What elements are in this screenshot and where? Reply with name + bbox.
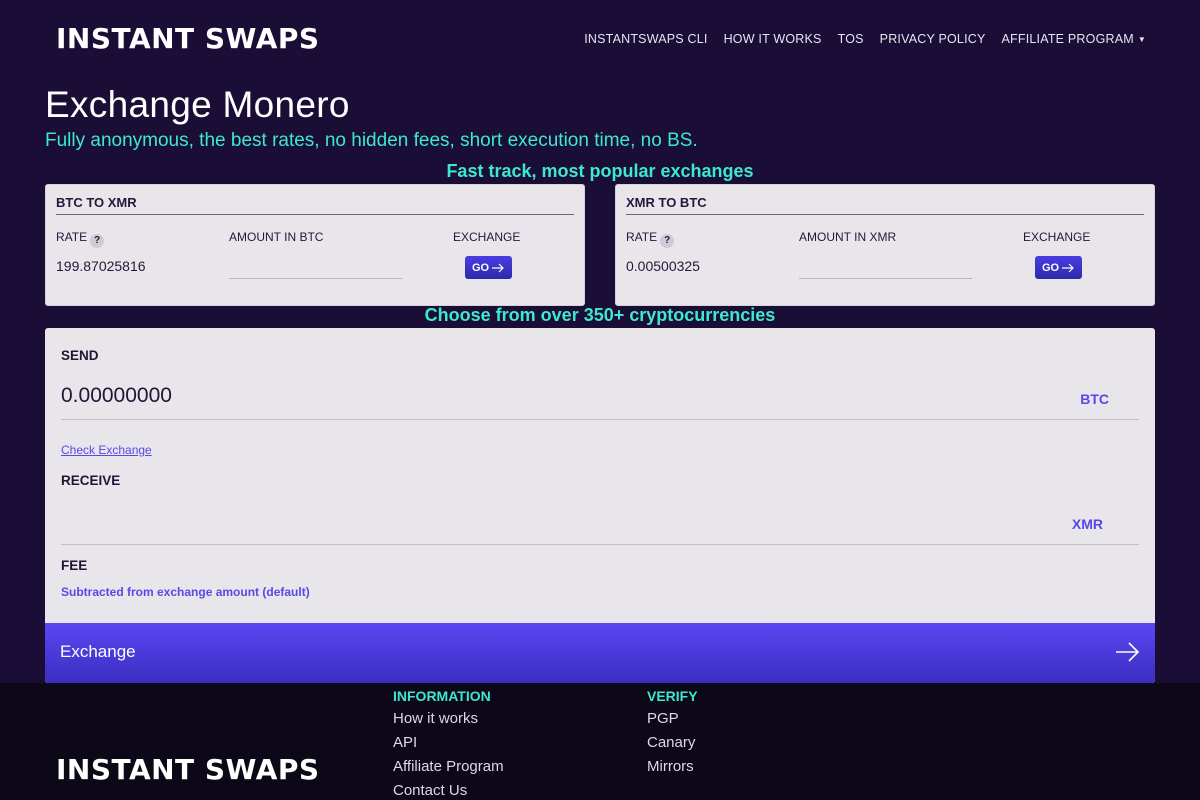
send-currency-select[interactable]: BTC [1080, 391, 1109, 407]
check-exchange-link[interactable]: Check Exchange [61, 443, 152, 457]
go-button-label: GO [471, 261, 490, 274]
rate-label: RATE? [626, 230, 675, 248]
nav-link-cli[interactable]: INSTANTSWAPS CLI [584, 32, 707, 46]
go-button-btc-to-xmr[interactable]: GO [465, 256, 512, 279]
quick-card-title: XMR TO BTC [626, 195, 1144, 215]
amount-input-xmr[interactable] [799, 257, 972, 279]
rate-value: 0.00500325 [626, 258, 700, 274]
receive-label: RECEIVE [61, 473, 121, 488]
fee-option[interactable]: Subtracted from exchange amount (default… [61, 585, 310, 599]
footer-verify-title: VERIFY [647, 688, 698, 704]
footer-link-contact-us[interactable]: Contact Us [393, 782, 504, 800]
nav-link-privacy-policy[interactable]: PRIVACY POLICY [880, 32, 986, 46]
arrow-right-icon [1116, 642, 1140, 662]
choose-heading: Choose from over 350+ cryptocurrencies [424, 305, 776, 325]
footer-link-how-it-works[interactable]: How it works [393, 710, 504, 734]
brand-logo[interactable]: INSTANT SWAPS [56, 22, 320, 55]
fee-label: FEE [61, 558, 88, 573]
rate-label-text: RATE [56, 230, 88, 244]
amount-label: AMOUNT IN XMR [799, 230, 897, 244]
send-amount-input[interactable]: 0.00000000 [61, 384, 172, 408]
footer-link-api[interactable]: API [393, 734, 504, 758]
send-amount-row: 0.00000000 BTC [61, 376, 1139, 420]
amount-label: AMOUNT IN BTC [229, 230, 324, 244]
footer-information-title: INFORMATION [393, 688, 491, 704]
exchange-label: EXCHANGE [453, 230, 521, 244]
exchange-form-card: SEND 0.00000000 BTC Check Exchange RECEI… [45, 328, 1155, 683]
footer-link-pgp[interactable]: PGP [647, 710, 698, 734]
top-navbar: INSTANT SWAPS INSTANTSWAPS CLI HOW IT WO… [0, 0, 1200, 80]
footer-information-column: INFORMATION How it works API Affiliate P… [393, 688, 504, 800]
page-subtitle: Fully anonymous, the best rates, no hidd… [45, 130, 698, 151]
nav-dropdown-affiliate[interactable]: AFFILIATE PROGRAM ▼ [1002, 32, 1146, 46]
nav-link-how-it-works[interactable]: HOW IT WORKS [724, 32, 822, 46]
rate-label: RATE? [56, 230, 105, 248]
footer: INSTANT SWAPS INFORMATION How it works A… [0, 683, 1200, 800]
amount-input-btc[interactable] [229, 257, 402, 279]
footer-link-mirrors[interactable]: Mirrors [647, 758, 698, 782]
quick-card-xmr-to-btc: XMR TO BTC RATE? AMOUNT IN XMR EXCHANGE … [615, 184, 1155, 306]
footer-link-canary[interactable]: Canary [647, 734, 698, 758]
receive-currency-select[interactable]: XMR [1072, 516, 1103, 532]
footer-brand-logo[interactable]: INSTANT SWAPS [56, 753, 320, 786]
send-label: SEND [61, 348, 99, 363]
exchange-label: EXCHANGE [1023, 230, 1091, 244]
page-title: Exchange Monero [45, 84, 350, 125]
help-icon[interactable]: ? [660, 234, 675, 248]
nav-links: INSTANTSWAPS CLI HOW IT WORKS TOS PRIVAC… [584, 32, 1146, 46]
exchange-button-label: Exchange [60, 642, 136, 661]
rate-value: 199.87025816 [56, 258, 146, 274]
footer-link-affiliate-program[interactable]: Affiliate Program [393, 758, 504, 782]
go-button-xmr-to-btc[interactable]: GO [1035, 256, 1082, 279]
receive-amount-row: XMR [61, 501, 1139, 545]
arrow-right-icon [1062, 263, 1074, 272]
exchange-button[interactable]: Exchange [45, 623, 1155, 683]
quick-card-btc-to-xmr: BTC TO XMR RATE? AMOUNT IN BTC EXCHANGE … [45, 184, 585, 306]
go-button-label: GO [1041, 261, 1060, 274]
help-icon[interactable]: ? [90, 234, 105, 248]
footer-verify-column: VERIFY PGP Canary Mirrors [647, 688, 698, 782]
nav-link-tos[interactable]: TOS [838, 32, 864, 46]
rate-label-text: RATE [626, 230, 658, 244]
quick-card-title: BTC TO XMR [56, 195, 574, 215]
nav-link-affiliate-label: AFFILIATE PROGRAM [1001, 32, 1134, 46]
caret-down-icon: ▼ [1137, 35, 1146, 44]
arrow-right-icon [492, 263, 504, 272]
fast-track-heading: Fast track, most popular exchanges [446, 161, 754, 181]
